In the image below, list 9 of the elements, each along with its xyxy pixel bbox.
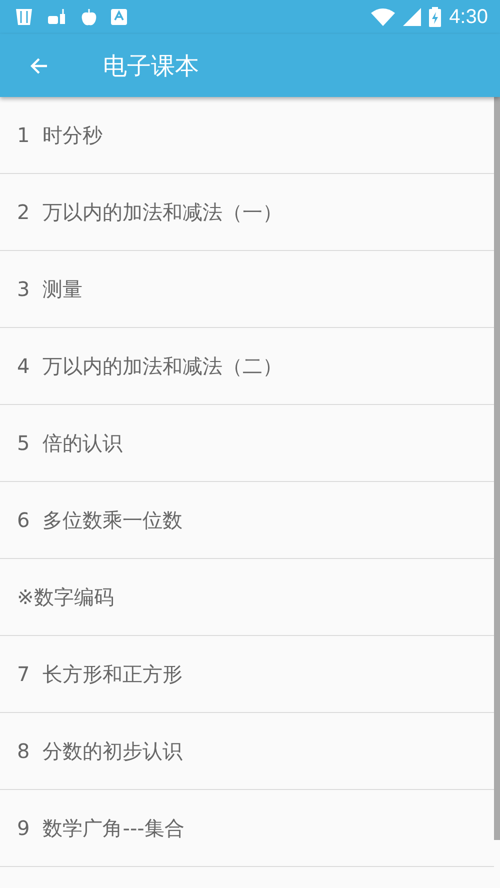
signal-icon [403,8,422,26]
wifi-icon [371,8,396,26]
apple-icon [81,8,97,26]
clock-time: 4:30 [449,6,488,28]
cup-icon [15,8,33,26]
chapter-list-item[interactable]: 9 数学广角---集合 [0,790,494,867]
screen-title: 电子课本 [103,50,199,82]
battery-charging-icon [429,7,442,27]
font-app-icon [111,9,127,25]
